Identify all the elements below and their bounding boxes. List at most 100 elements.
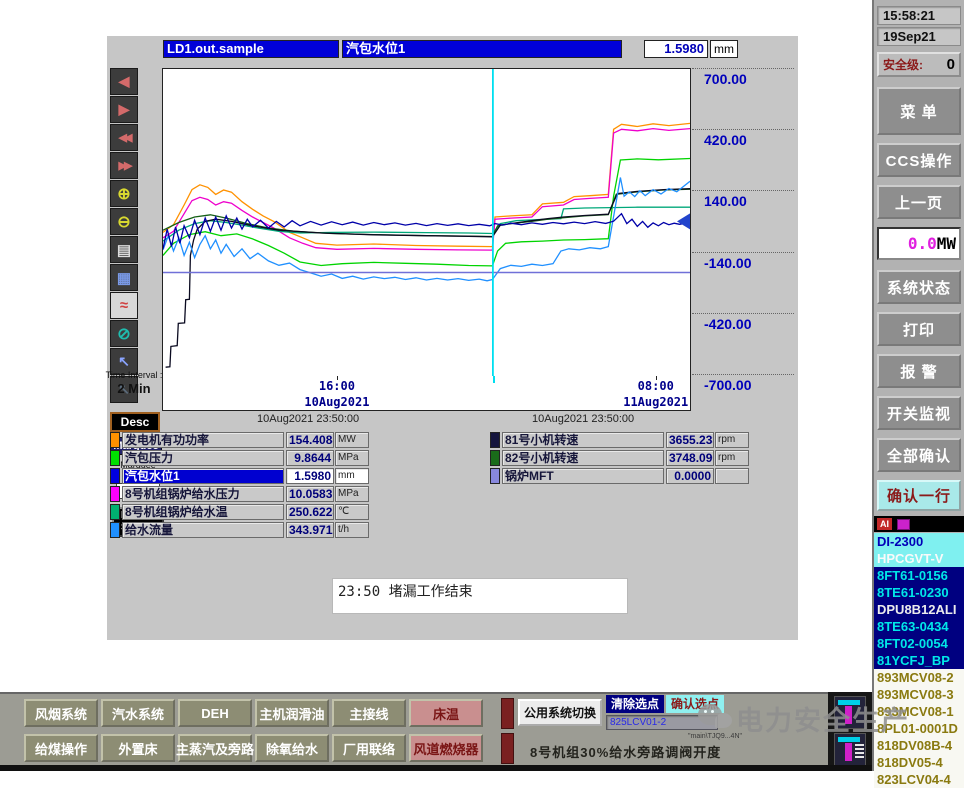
series-name: 发电机有功功率 (122, 432, 284, 448)
no-entry-icon[interactable]: ⊘ (110, 320, 138, 347)
series-color-swatch (110, 504, 120, 520)
sidebar-button-group-2: 系统状态打印报 警开关监视全部确认 (877, 270, 961, 472)
sidebar-button[interactable]: 全部确认 (877, 438, 961, 472)
nav-button[interactable]: 主蒸汽及旁路 (176, 734, 254, 762)
power-value: 0.0 (907, 234, 937, 253)
alarm-list-item[interactable]: HPCGVT-V (874, 550, 964, 567)
series-color-swatch (490, 432, 500, 448)
sidebar-button-group-1: 菜 单 CCS操作上一页 (877, 87, 961, 219)
page-left-icon[interactable]: ◀◀ (110, 124, 138, 151)
alarm-list-item[interactable]: 8FT61-0156 (874, 567, 964, 584)
bottom-nav-row-1: 风烟系统 汽水系统 DEH 主机润滑油 主接线 床温 (24, 699, 483, 727)
nav-button[interactable]: DEH (178, 699, 252, 727)
series-name: 给水流量 (122, 522, 284, 538)
alarm-list-item[interactable]: DPU8B12ALI (874, 601, 964, 618)
selected-signal-box[interactable]: 汽包水位1 (342, 40, 622, 58)
alarm-list-item[interactable]: 818DV08B-4 (874, 737, 964, 754)
series-name: 8号机组锅炉给水温 (122, 504, 284, 520)
x-axis-box: 16:00 10Aug2021 08:00 11Aug2021 (162, 376, 691, 411)
nav-button[interactable]: 主机润滑油 (255, 699, 329, 727)
alarm-type-bar: AI (874, 516, 964, 532)
sidebar-button[interactable]: 报 警 (877, 354, 961, 388)
ack-one-line-button[interactable]: 确认一行 (877, 480, 961, 511)
alarm-filter-icon[interactable] (897, 518, 910, 530)
zoom-in-icon[interactable]: ⊕ (110, 180, 138, 207)
sidebar-button[interactable]: 打印 (877, 312, 961, 346)
nav-button[interactable]: 外置床 (101, 734, 175, 762)
sidebar-button[interactable]: 开关监视 (877, 396, 961, 430)
alarm-list: DI-2300 HPCGVT-V 8FT61-0156 8TE61-0230 DPU8B… (874, 533, 964, 788)
legend-row[interactable]: 8号机组锅炉给水压力 10.0583 MPa (110, 486, 369, 502)
series-name: 81号小机转速 (502, 432, 664, 448)
sidebar-button[interactable]: CCS操作 (877, 143, 961, 177)
signal-value-box: 1.5980 (644, 40, 708, 58)
alarm-list-item[interactable]: 81YCFJ_BP (874, 652, 964, 669)
scroll-right-icon[interactable]: ▶ (110, 96, 138, 123)
alarm-list-item[interactable]: 8FT02-0054 (874, 635, 964, 652)
alarm-list-item[interactable]: DI-2300 (874, 533, 964, 550)
alarm-list-item[interactable]: 823LCV04-4 (874, 771, 964, 788)
bottom-strip (0, 765, 872, 771)
series-name: 8号机组锅炉给水压力 (122, 486, 284, 502)
series-color-swatch (490, 468, 500, 484)
series-unit: MPa (335, 486, 369, 502)
legend-row[interactable]: 81号小机转速 3655.2332 rpm (490, 432, 749, 448)
series-name: 汽包水位1 (122, 468, 284, 484)
time-interval-label: Time Interval : (105, 370, 163, 380)
nav-button[interactable]: 给煤操作 (24, 734, 98, 762)
series-color-swatch (110, 486, 120, 502)
alarm-list-item[interactable]: 8TE63-0434 (874, 618, 964, 635)
legend-row[interactable]: 汽包水位1 1.5980 mm (110, 468, 369, 484)
nav-button[interactable]: 风烟系统 (24, 699, 98, 727)
event-annotation: 23:50 堵漏工作结束 (332, 578, 628, 614)
common-system-switch-button[interactable]: 公用系统切换 (518, 699, 602, 726)
scroll-left-icon[interactable]: ◀ (110, 68, 138, 95)
nav-button[interactable]: 汽水系统 (101, 699, 175, 727)
ai-badge[interactable]: AI (877, 518, 892, 530)
legend-row[interactable]: 8号机组锅炉给水温 250.6228 ℃ (110, 504, 369, 520)
table-icon[interactable]: ▦ (110, 264, 138, 291)
series-color-swatch (110, 432, 120, 448)
curves-icon[interactable]: ≈ (110, 292, 138, 319)
alarm-list-item[interactable]: 8TE61-0230 (874, 584, 964, 601)
series-color-swatch (110, 522, 120, 538)
legend-row[interactable]: 汽包压力 9.8644 MPa (110, 450, 369, 466)
clear-point-button[interactable]: 清除选点 (606, 695, 664, 713)
series-value: 3655.2332 (666, 432, 714, 448)
y-axis-tick: -420.00 (692, 312, 794, 334)
page-right-icon[interactable]: ▶▶ (110, 152, 138, 179)
zoom-out-icon[interactable]: ⊖ (110, 208, 138, 235)
time-interval-block: Time Interval : 2 Min (105, 370, 163, 396)
cursor-tickmark (492, 376, 495, 383)
series-unit: MPa (335, 450, 369, 466)
legend: 发电机有功功率 154.4088 MW 汽包压力 9.8644 MPa 汽包水位… (110, 432, 795, 542)
sidebar-button[interactable]: 上一页 (877, 185, 961, 219)
nav-button[interactable]: 除氧给水 (255, 734, 329, 762)
y-axis-tick: -140.00 (692, 251, 794, 273)
series-color-swatch (490, 450, 500, 466)
trend-source-box[interactable]: LD1.out.sample (163, 40, 339, 58)
nav-button[interactable]: 风道燃烧器 (409, 734, 483, 762)
nav-button[interactable]: 主接线 (332, 699, 406, 727)
legend-row[interactable]: 锅炉MFT 0.0000 (490, 468, 749, 484)
time-interval-value[interactable]: 2 Min (105, 381, 163, 396)
series-value: 10.0583 (286, 486, 334, 502)
toolbar-icon-grid: ◀ ▶ ◀◀ ▶▶ ⊕ ⊖ ▤ ▦ ≈ ⊘ ↖ ↖ (110, 68, 166, 404)
window-icon[interactable]: ▤ (110, 236, 138, 263)
legend-row[interactable]: 发电机有功功率 154.4088 MW (110, 432, 369, 448)
legend-left-column: 发电机有功功率 154.4088 MW 汽包压力 9.8644 MPa 汽包水位… (110, 432, 369, 538)
nav-button[interactable]: 床温 (409, 699, 483, 727)
sidebar-button[interactable]: 菜 单 (877, 87, 961, 135)
sidebar-button[interactable]: 系统状态 (877, 270, 961, 304)
x-time: 16:00 (318, 379, 355, 393)
clock-time: 15:58:21 (877, 6, 961, 25)
trend-plot-area[interactable] (162, 68, 691, 377)
sidebar: 15:58:21 19Sep21 安全级: 0 菜 单 CCS操作 上一页 0.0M… (872, 0, 964, 788)
alarm-list-item[interactable]: 893MCV08-2 (874, 669, 964, 686)
bottom-nav-row-2: 给煤操作 外置床 主蒸汽及旁路 除氧给水 厂用联络 风道燃烧器 (24, 734, 483, 762)
desc-button[interactable]: Desc (110, 412, 160, 432)
legend-row[interactable]: 给水流量 343.9712 t/h (110, 522, 369, 538)
legend-row[interactable]: 82号小机转速 3748.0901 rpm (490, 450, 749, 466)
alarm-list-item[interactable]: 818DV05-4 (874, 754, 964, 771)
nav-button[interactable]: 厂用联络 (332, 734, 406, 762)
